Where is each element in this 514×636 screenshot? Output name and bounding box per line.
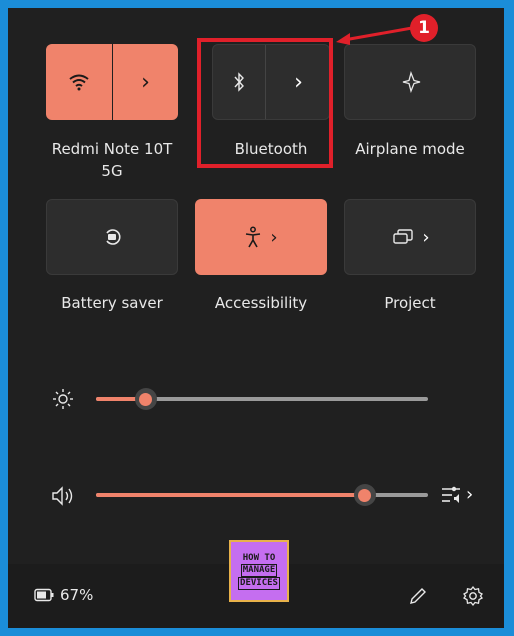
wifi-expand-button[interactable]: › bbox=[113, 44, 178, 120]
airplane-mode-label: Airplane mode bbox=[355, 140, 465, 158]
annotation-badge: 1 bbox=[410, 14, 438, 42]
wifi-tile[interactable]: › bbox=[46, 44, 178, 120]
brightness-slider-thumb[interactable] bbox=[134, 388, 157, 410]
sound-output-button[interactable]: › bbox=[440, 483, 473, 505]
volume-icon bbox=[52, 486, 73, 506]
logo-line3: DEVICES bbox=[238, 576, 280, 590]
wifi-label-line2: 5G bbox=[101, 162, 123, 180]
project-icon bbox=[393, 229, 414, 244]
annotation-arrow-icon bbox=[336, 26, 413, 45]
battery-icon bbox=[34, 588, 54, 602]
airplane-mode-toggle[interactable] bbox=[345, 45, 477, 119]
logo-line1: HOW TO bbox=[242, 552, 276, 563]
wifi-label-line1: Redmi Note 10T bbox=[51, 140, 173, 158]
volume-slider-fill bbox=[96, 493, 365, 497]
wifi-icon bbox=[69, 74, 89, 91]
project-label: Project bbox=[384, 294, 436, 312]
accessibility-button[interactable]: › bbox=[195, 199, 327, 275]
how-to-manage-devices-logo: HOW TO MANAGE DEVICES bbox=[229, 540, 289, 602]
project-button[interactable]: › bbox=[345, 200, 477, 274]
accessibility-icon bbox=[246, 226, 261, 248]
chevron-right-icon: › bbox=[270, 226, 278, 248]
accessibility-tile[interactable]: › bbox=[195, 199, 327, 275]
sound-output-icon bbox=[442, 486, 460, 503]
battery-percentage: 67% bbox=[60, 586, 94, 604]
brightness-icon bbox=[53, 389, 73, 409]
project-tile[interactable]: › bbox=[344, 199, 476, 275]
chevron-right-icon: › bbox=[422, 226, 430, 248]
logo-line2: MANAGE bbox=[240, 563, 278, 577]
airplane-mode-tile[interactable] bbox=[344, 44, 476, 120]
battery-saver-icon bbox=[106, 229, 121, 245]
settings-gear-icon[interactable] bbox=[462, 585, 484, 607]
accessibility-label: Accessibility bbox=[214, 294, 308, 312]
bluetooth-highlight-box bbox=[197, 38, 333, 168]
chevron-right-icon: › bbox=[141, 69, 150, 95]
edit-pencil-icon[interactable] bbox=[408, 586, 428, 606]
chevron-right-icon: › bbox=[466, 483, 474, 505]
battery-saver-tile[interactable] bbox=[46, 199, 178, 275]
battery-status[interactable]: 67% bbox=[34, 586, 93, 604]
battery-saver-label: Battery saver bbox=[61, 294, 163, 312]
airplane-icon bbox=[402, 71, 421, 93]
wifi-label: Redmi Note 10T 5G bbox=[36, 138, 188, 182]
volume-slider-thumb[interactable] bbox=[353, 484, 376, 506]
wifi-toggle[interactable] bbox=[46, 44, 112, 120]
battery-saver-toggle[interactable] bbox=[47, 200, 179, 274]
